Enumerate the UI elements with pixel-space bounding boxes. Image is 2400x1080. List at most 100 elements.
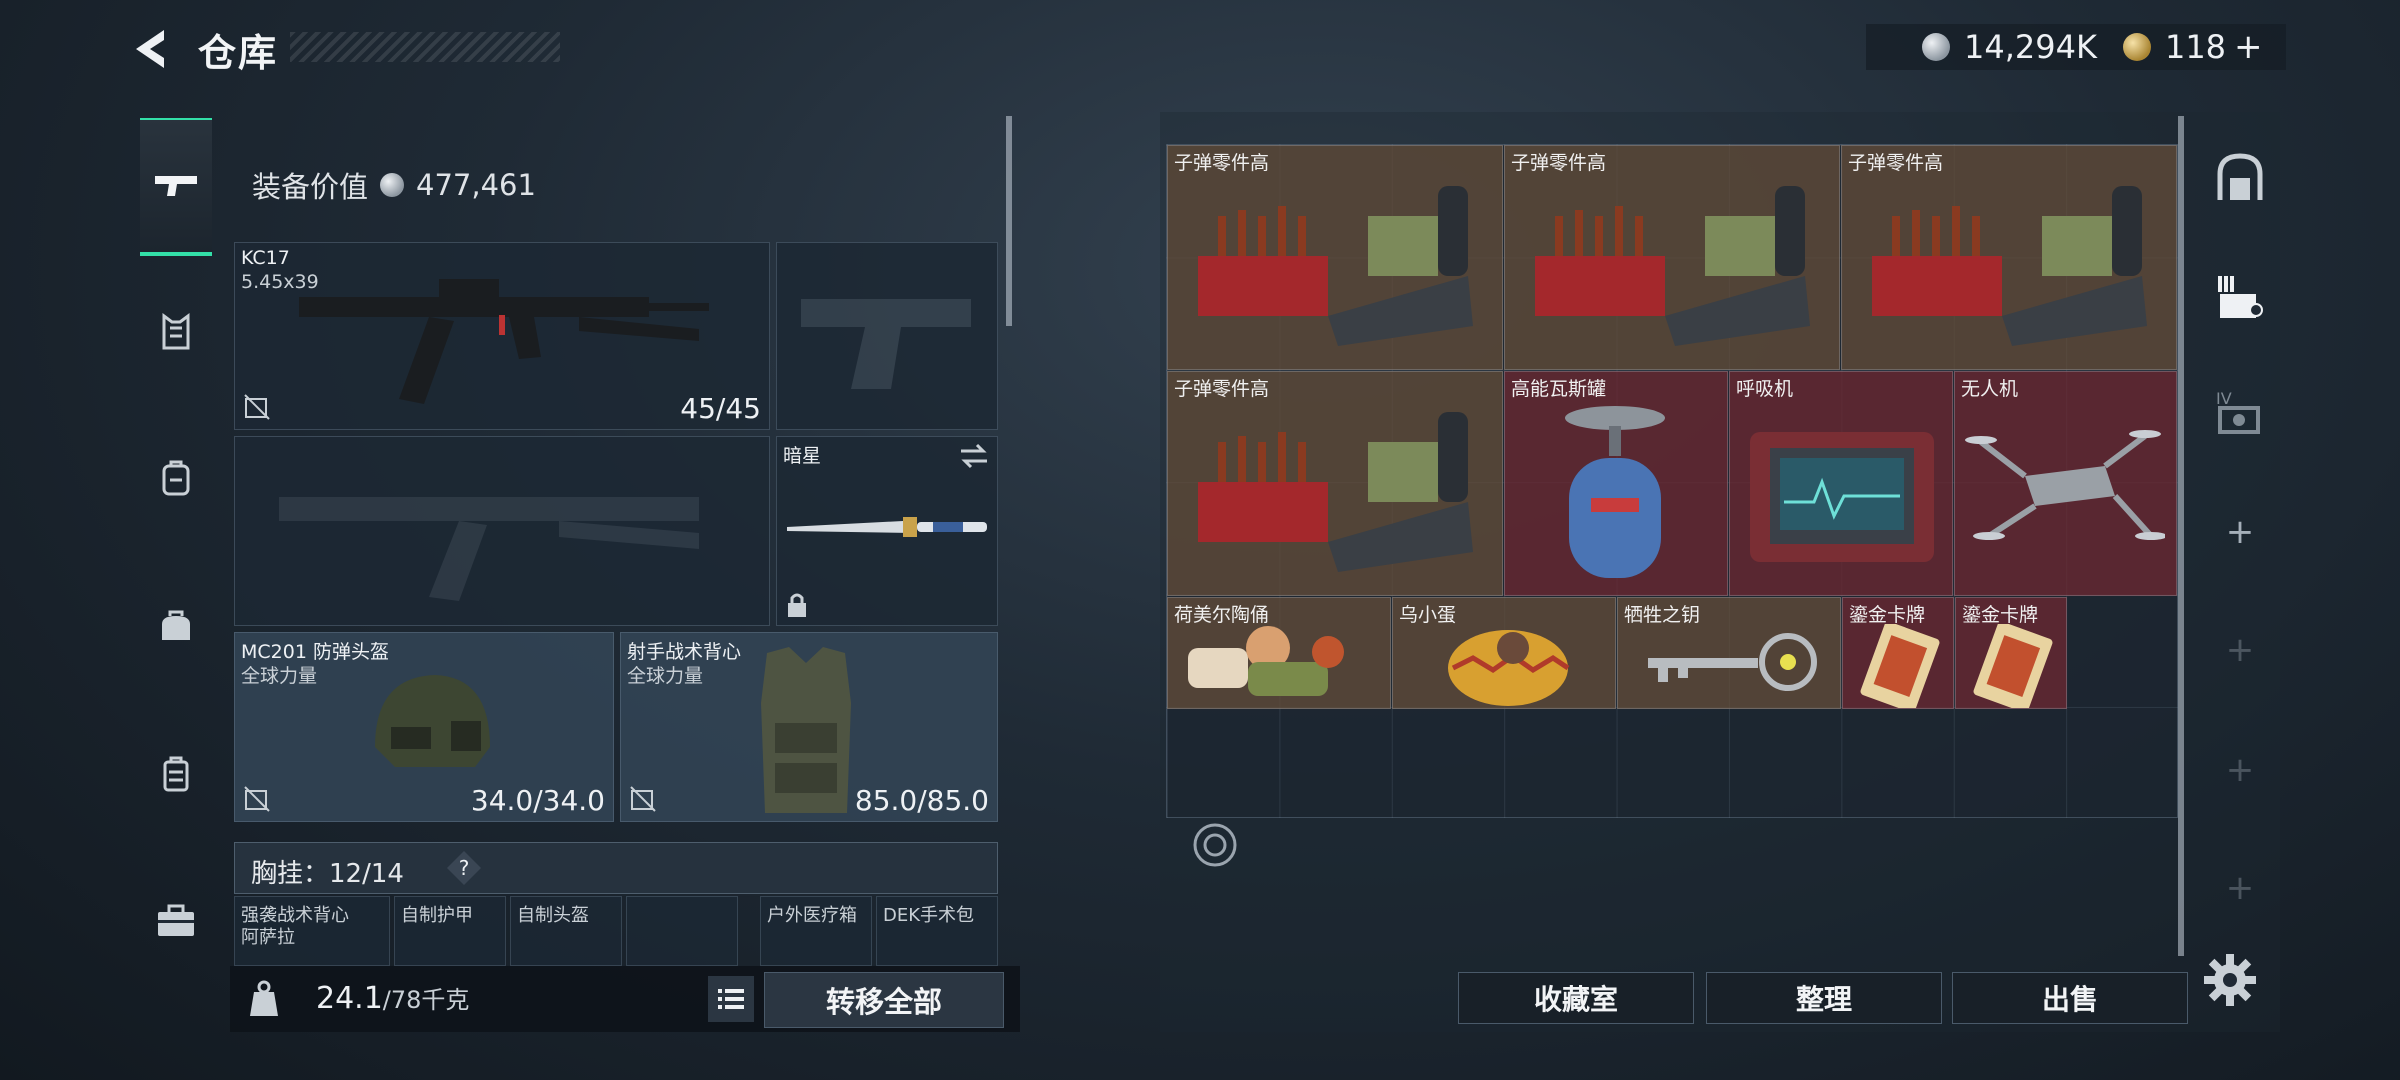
tier-3-gear-icon (2218, 276, 2263, 318)
helmet-durability: 34.0/34.0 (470, 784, 605, 817)
sub-slot-4[interactable] (626, 896, 738, 966)
helmet-slot[interactable]: MC201 防弹头盔 全球力量 34.0/34.0 (234, 632, 614, 822)
weight-icon (250, 980, 278, 1016)
storage-tab-tier3[interactable] (2206, 262, 2274, 330)
item-label: 子弹零件高 (1174, 378, 1270, 400)
pistol-slot[interactable] (776, 242, 998, 430)
storage-item[interactable]: 乌小蛋 (1392, 597, 1616, 709)
equipment-scrollbar[interactable] (1006, 116, 1012, 326)
add-tab-button[interactable]: + (2206, 616, 2274, 684)
weapon-icon (155, 176, 197, 196)
left-nav (128, 108, 224, 1008)
item-label: 子弹零件高 (1174, 152, 1270, 174)
ventilator-icon (1750, 432, 1934, 562)
armor-icon (162, 313, 190, 350)
sub-slot-5[interactable]: 户外医疗箱 (760, 896, 872, 966)
storage-tab-tier4[interactable]: IV (2206, 376, 2274, 444)
nav-toolbox[interactable] (140, 884, 212, 956)
sub-slot-label: 自制头盔 (517, 905, 589, 926)
chest-rig-count: 12/14 (329, 859, 404, 889)
sub-slot-3[interactable]: 自制头盔 (510, 896, 622, 966)
gas-tank-icon (1565, 406, 1665, 578)
toolbox-icon (158, 904, 194, 936)
weight-text: 24.1/78千克 (316, 980, 469, 1016)
item-label: 呼吸机 (1736, 378, 1794, 400)
storage-item[interactable]: 子弹零件高 (1504, 145, 1840, 370)
help-icon[interactable]: ? (445, 849, 483, 887)
settings-gear-icon[interactable] (2200, 950, 2260, 1010)
storage-item[interactable]: 荷美尔陶俑 (1167, 597, 1391, 709)
locate-icon[interactable] (1190, 820, 1240, 870)
storage-tab-main[interactable] (2206, 144, 2274, 212)
vest-name: 射手战术背心 (627, 641, 742, 663)
no-insurance-icon (244, 786, 270, 812)
storage-item[interactable]: 子弹零件高 (1841, 145, 2177, 370)
title-decoration (290, 32, 560, 62)
vest-slot[interactable]: 射手战术背心 全球力量 85.0/85.0 (620, 632, 998, 822)
rifle-icon (299, 279, 709, 404)
storage-item[interactable]: 高能瓦斯罐 (1504, 371, 1728, 596)
backpack-icon (162, 460, 190, 496)
nav-case[interactable] (140, 738, 212, 810)
nav-bag[interactable] (140, 590, 212, 662)
ammo-kit-icon (1872, 186, 2147, 346)
melee-name: 暗星 (783, 445, 822, 467)
knife-icon (787, 517, 987, 537)
list-view-button[interactable] (708, 976, 754, 1022)
nav-armor[interactable] (140, 296, 212, 368)
primary-weapon-slot[interactable]: KC17 5.45x39 45/45 (234, 242, 770, 430)
figurine-icon (1188, 626, 1344, 696)
chest-rig-row[interactable]: 胸挂：12/14 ? (234, 842, 998, 894)
item-label: 子弹零件高 (1511, 152, 1607, 174)
sub-slot-2[interactable]: 自制护甲 (394, 896, 506, 966)
pistol-placeholder-icon (801, 299, 971, 389)
lock-icon (788, 593, 806, 617)
storage-item[interactable]: 鎏金卡牌 (1955, 597, 2067, 709)
list-icon (718, 989, 744, 1009)
swap-icon[interactable] (959, 443, 989, 469)
svg-text:IV: IV (2216, 389, 2232, 408)
add-tab-button[interactable]: + (2206, 736, 2274, 804)
add-tab-button[interactable]: + (2206, 854, 2274, 922)
transfer-all-button[interactable]: 转移全部 (764, 972, 1004, 1028)
collection-room-button[interactable]: 收藏室 (1458, 972, 1694, 1024)
storage-item[interactable]: 子弹零件高 (1167, 371, 1503, 596)
equipment-value: 装备价值 477,461 (252, 164, 536, 206)
sub-slot-1[interactable]: 强袭战术背心 阿萨拉 (234, 896, 390, 966)
storage-item[interactable]: 无人机 (1954, 371, 2177, 596)
case-icon (163, 756, 189, 792)
vest-icon (761, 647, 851, 813)
nav-weapon[interactable] (140, 118, 212, 256)
egg-icon (1448, 630, 1570, 706)
melee-slot[interactable]: 暗星 (776, 436, 998, 626)
storage-scrollbar[interactable] (2178, 116, 2184, 956)
sort-button[interactable]: 整理 (1706, 972, 1942, 1024)
sub-slot-6[interactable]: DEK手术包 (876, 896, 998, 966)
help-icon-text: ? (459, 856, 470, 880)
add-currency-button[interactable]: + (2234, 27, 2263, 67)
storage-item[interactable]: 牺牲之钥 (1617, 597, 1841, 709)
item-label: 鎏金卡牌 (1849, 604, 1926, 626)
sub-slot-label: 自制护甲 (401, 905, 473, 926)
item-label: 牺牲之钥 (1624, 604, 1701, 626)
back-arrow-icon (136, 30, 164, 68)
card-icon (1860, 624, 1940, 708)
weight-bar: 24.1/78千克 转移全部 (230, 966, 1020, 1032)
ammo-kit-icon (1535, 186, 1810, 346)
add-tab-button[interactable]: + (2206, 498, 2274, 566)
item-label: 鎏金卡牌 (1962, 604, 2039, 626)
storage-item[interactable]: 呼吸机 (1729, 371, 1953, 596)
no-insurance-icon (630, 786, 656, 812)
weapon-durability: 45/45 (680, 392, 761, 425)
ammo-kit-icon (1198, 412, 1473, 572)
sub-slot-label: 阿萨拉 (241, 927, 295, 948)
nav-backpack[interactable] (140, 442, 212, 514)
sell-button[interactable]: 出售 (1952, 972, 2188, 1024)
back-button[interactable] (128, 26, 174, 72)
storage-tabs: IV + + + + (2192, 112, 2288, 1012)
ammo-kit-icon (1198, 186, 1473, 346)
silver-coin-icon (1922, 33, 1950, 61)
secondary-weapon-slot[interactable] (234, 436, 770, 626)
storage-item[interactable]: 子弹零件高 (1167, 145, 1503, 370)
storage-item[interactable]: 鎏金卡牌 (1842, 597, 1954, 709)
